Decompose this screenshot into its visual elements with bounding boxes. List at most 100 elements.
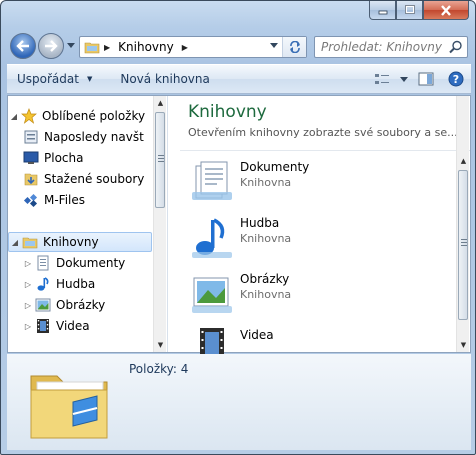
scroll-down-arrow-icon[interactable]: ▼ (154, 338, 167, 352)
collapse-arrow-icon[interactable]: ◢ (9, 238, 21, 247)
page-subtitle: Otevřením knihovny zobrazte své soubory … (188, 126, 458, 139)
nav-favorites[interactable]: ◢ Oblíbené položky (8, 106, 150, 126)
star-icon (20, 108, 38, 124)
address-bar[interactable]: ▶ Knihovny ▶ (79, 36, 307, 58)
details-pane: Položky: 4 (7, 354, 471, 450)
scrollbar-thumb[interactable] (155, 112, 165, 208)
music-icon (34, 276, 52, 292)
nav-libraries-label: Knihovny (43, 235, 99, 249)
content-area: ◢ Oblíbené položky Naposledy navšt Ploch… (7, 95, 471, 362)
navigation-bar: ▶ Knihovny ▶ Prohledat: Knihovny (1, 29, 475, 65)
collapse-arrow-icon[interactable]: ◢ (8, 112, 20, 121)
nav-item-label: Hudba (56, 277, 96, 291)
expand-arrow-icon[interactable]: ▷ (22, 280, 34, 289)
nav-item-music[interactable]: ▷ Hudba (22, 274, 164, 294)
nav-item-label: Obrázky (56, 298, 106, 312)
nav-item-label: Dokumenty (56, 256, 126, 270)
library-item-name: Obrázky (240, 272, 290, 286)
recent-places-icon (22, 129, 40, 145)
pictures-icon (192, 277, 232, 313)
desktop-icon (22, 150, 40, 166)
nav-item-pictures[interactable]: ▷ Obrázky (22, 295, 164, 315)
forward-button[interactable] (38, 33, 64, 59)
breadcrumb-separator[interactable]: ▶ (182, 43, 188, 52)
nav-item-videos[interactable]: ▷ Videa (22, 316, 164, 336)
library-item-name: Videa (240, 328, 274, 342)
new-library-button[interactable]: Nová knihovna (110, 65, 219, 93)
minimize-icon (378, 10, 387, 15)
address-dropdown-icon[interactable] (270, 43, 278, 48)
nav-favorites-label: Oblíbené položky (42, 109, 146, 123)
nav-item-desktop[interactable]: Plocha (22, 148, 164, 168)
svg-text:?: ? (453, 73, 459, 86)
nav-item-label: Videa (56, 319, 90, 333)
close-icon (441, 4, 451, 16)
expand-arrow-icon[interactable]: ▷ (22, 322, 34, 331)
library-item-type: Knihovna (240, 232, 292, 245)
library-item-name: Hudba (240, 216, 280, 230)
library-pane: Knihovny Otevřením knihovny zobrazte své… (170, 96, 470, 362)
breadcrumb-libraries[interactable]: Knihovny (118, 40, 174, 54)
nav-item-recent-places[interactable]: Naposledy navšt (22, 127, 164, 147)
back-arrow-icon (16, 40, 29, 52)
library-folder-icon (84, 42, 100, 54)
downloads-icon (22, 171, 40, 187)
breadcrumb-separator[interactable]: ▶ (104, 43, 110, 52)
scroll-up-arrow-icon[interactable]: ▲ (154, 96, 167, 110)
nav-item-documents[interactable]: ▷ Dokumenty (22, 253, 164, 273)
library-item-type: Knihovna (240, 288, 292, 301)
close-button[interactable] (423, 1, 469, 20)
scroll-up-arrow-icon[interactable]: ▲ (457, 154, 470, 168)
command-bar: Uspořádat ▼ Nová knihovna ? (7, 64, 471, 94)
library-item-pictures[interactable]: Obrázky Knihovna (188, 270, 448, 320)
pictures-icon (34, 297, 52, 313)
toolbar-right: ? (367, 65, 471, 93)
library-item-name: Dokumenty (240, 160, 310, 174)
organize-button[interactable]: Uspořádat ▼ (7, 65, 102, 93)
nav-pane-scrollbar[interactable]: ▲ ▼ (153, 96, 166, 352)
expand-arrow-icon[interactable]: ▷ (22, 259, 34, 268)
maximize-icon (404, 5, 415, 14)
change-view-button[interactable] (367, 65, 397, 93)
preview-pane-icon (418, 72, 434, 86)
preview-pane-button[interactable] (411, 65, 441, 93)
library-item-music[interactable]: Hudba Knihovna (188, 214, 448, 264)
music-icon (192, 218, 232, 258)
minimize-button[interactable] (369, 1, 396, 20)
library-folder-icon (21, 234, 39, 250)
chevron-down-icon: ▼ (86, 75, 93, 83)
nav-item-mfiles[interactable]: M-Files (22, 190, 164, 210)
refresh-button[interactable] (282, 37, 306, 57)
search-box[interactable]: Prohledat: Knihovny (314, 36, 468, 58)
nav-item-label: Stažené soubory (44, 172, 145, 186)
documents-icon (192, 161, 232, 200)
search-icon (449, 40, 462, 54)
new-library-label: Nová knihovna (120, 72, 210, 86)
view-options-icon (375, 74, 389, 84)
library-pane-scrollbar[interactable]: ▲ ▼ (456, 96, 469, 352)
page-title: Knihovny (188, 102, 267, 122)
search-placeholder[interactable]: Prohledat: Knihovny (321, 40, 442, 54)
scroll-down-arrow-icon[interactable]: ▼ (457, 338, 470, 352)
scrollbar-thumb[interactable] (458, 170, 468, 320)
divider (180, 150, 470, 151)
recent-pages-dropdown-icon[interactable] (67, 43, 75, 48)
explorer-window: ▶ Knihovny ▶ Prohledat: Knihovny Uspořád… (0, 0, 476, 455)
mfiles-icon (22, 192, 40, 208)
back-button[interactable] (10, 33, 36, 59)
expand-arrow-icon[interactable]: ▷ (22, 301, 34, 310)
navigation-pane: ◢ Oblíbené položky Naposledy navšt Ploch… (8, 96, 168, 352)
nav-item-downloads[interactable]: Stažené soubory (22, 169, 164, 189)
help-icon: ? (448, 71, 464, 87)
nav-item-label: Plocha (44, 151, 84, 165)
view-menu-button[interactable] (397, 65, 411, 93)
library-item-type: Knihovna (240, 176, 292, 189)
help-button[interactable]: ? (441, 65, 471, 93)
nav-item-label: M-Files (44, 193, 86, 207)
maximize-button[interactable] (396, 1, 423, 20)
refresh-icon (289, 41, 300, 53)
videos-icon (34, 318, 52, 334)
nav-libraries[interactable]: ◢ Knihovny (8, 232, 152, 252)
library-item-documents[interactable]: Dokumenty Knihovna (188, 158, 448, 208)
nav-item-label: Naposledy navšt (44, 130, 144, 144)
